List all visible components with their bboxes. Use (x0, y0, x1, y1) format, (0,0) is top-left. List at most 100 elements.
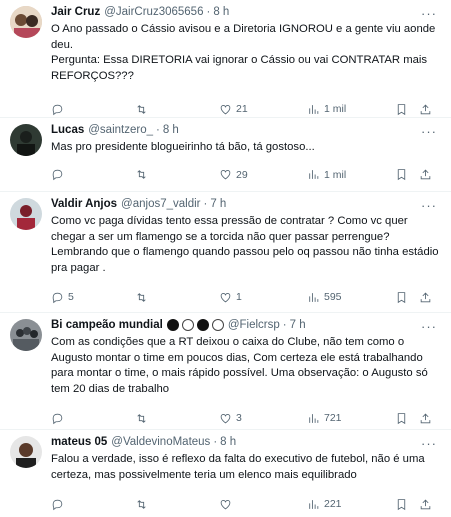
reply-icon (52, 104, 63, 116)
tweet-text: Com as condições que a RT deixou o caixa… (51, 336, 431, 395)
tweet-text: Mas pro presidente blogueirinho tá bão, … (51, 141, 315, 153)
timestamp[interactable]: 7 h (290, 319, 306, 331)
views-icon (309, 499, 319, 509)
like-count: 3 (236, 412, 242, 425)
bookmark-icon (397, 104, 406, 116)
like-icon (220, 104, 231, 115)
reply-icon (52, 292, 63, 304)
like-button[interactable]: 3 (219, 412, 307, 425)
share-icon (420, 499, 431, 509)
reply-icon (52, 499, 63, 510)
reply-icon (52, 413, 63, 425)
bookmark-button[interactable] (395, 168, 419, 181)
white-circle-icon (181, 319, 194, 331)
views-button[interactable]: 221 (307, 498, 395, 511)
more-icon[interactable]: ··· (421, 124, 437, 139)
view-count: 1 mil (324, 103, 347, 116)
avatar[interactable] (10, 198, 42, 230)
author-handle[interactable]: @anjos7_valdir (121, 198, 200, 210)
reply-button[interactable] (51, 498, 135, 511)
like-icon (220, 499, 231, 510)
like-icon (220, 292, 231, 303)
timestamp[interactable]: 8 h (163, 124, 179, 136)
retweet-button[interactable] (135, 103, 219, 116)
emoji-badges (166, 319, 224, 331)
black-circle-icon (196, 319, 209, 331)
retweet-icon (137, 170, 146, 179)
tweet[interactable]: Lucas @saintzero_ · 8 h Mas pro presiden… (0, 118, 451, 192)
reply-button[interactable] (51, 103, 135, 116)
retweet-icon (137, 413, 146, 423)
retweet-icon (137, 292, 146, 302)
reply-button[interactable] (51, 168, 135, 181)
retweet-button[interactable] (135, 291, 219, 304)
author-name[interactable]: Bi campeão mundial (51, 319, 163, 331)
reply-button[interactable] (51, 412, 135, 425)
like-button[interactable]: 21 (219, 103, 307, 116)
bookmark-icon (397, 169, 406, 181)
bookmark-icon (397, 498, 406, 510)
author-name[interactable]: Lucas (51, 124, 84, 136)
more-icon[interactable]: ··· (421, 198, 437, 213)
author-name[interactable]: Jair Cruz (51, 6, 100, 18)
views-button[interactable]: 595 (307, 291, 395, 304)
share-button[interactable] (419, 412, 439, 425)
more-icon[interactable]: ··· (421, 319, 437, 334)
separator: · (203, 198, 208, 210)
views-button[interactable]: 1 mil (307, 103, 395, 116)
reply-count: 5 (68, 291, 74, 304)
share-button[interactable] (419, 291, 439, 304)
author-handle[interactable]: @Fielcrsp (228, 319, 280, 331)
share-icon (420, 292, 431, 303)
separator: · (282, 319, 287, 331)
bookmark-button[interactable] (395, 291, 419, 304)
like-button[interactable]: 29 (219, 168, 307, 181)
separator: · (206, 6, 211, 18)
tweet[interactable]: Valdir Anjos @anjos7_valdir · 7 h Como v… (0, 192, 451, 313)
views-button[interactable]: 1 mil (307, 168, 395, 181)
author-handle[interactable]: @saintzero_ (88, 124, 153, 136)
view-count: 221 (324, 498, 342, 511)
tweet[interactable]: mateus 05 @ValdevinoMateus · 8 h Falou a… (0, 430, 451, 517)
bookmark-button[interactable] (395, 412, 419, 425)
retweet-button[interactable] (135, 498, 219, 511)
tweet[interactable]: Jair Cruz @JairCruz3065656 · 8 h O Ano p… (0, 0, 451, 118)
share-button[interactable] (419, 498, 439, 511)
like-icon (220, 413, 231, 424)
author-handle[interactable]: @JairCruz3065656 (104, 6, 203, 18)
author-name[interactable]: mateus 05 (51, 436, 107, 448)
reply-icon (52, 169, 63, 181)
like-button[interactable]: 1 (219, 291, 307, 304)
timestamp[interactable]: 7 h (210, 198, 226, 210)
more-icon[interactable]: ··· (421, 436, 437, 451)
share-icon (420, 413, 431, 424)
tweet[interactable]: Bi campeão mundial @Fielcrsp · 7 h Com a… (0, 313, 451, 430)
timestamp[interactable]: 8 h (220, 436, 236, 448)
retweet-button[interactable] (135, 412, 219, 425)
reply-button[interactable]: 5 (51, 291, 135, 304)
bookmark-button[interactable] (395, 103, 419, 116)
views-icon (309, 293, 319, 302)
retweet-button[interactable] (135, 168, 219, 181)
more-icon[interactable]: ··· (421, 6, 437, 21)
avatar[interactable] (10, 124, 42, 156)
views-button[interactable]: 721 (307, 412, 395, 425)
author-handle[interactable]: @ValdevinoMateus (111, 436, 210, 448)
share-button[interactable] (419, 103, 439, 116)
bookmark-button[interactable] (395, 498, 419, 511)
like-count: 21 (236, 103, 248, 116)
like-button[interactable] (219, 498, 307, 511)
tweet-text: O Ano passado o Cássio avisou e a Direto… (51, 23, 436, 82)
views-icon (309, 105, 319, 114)
author-name[interactable]: Valdir Anjos (51, 198, 117, 210)
separator: · (155, 124, 160, 136)
views-icon (309, 170, 319, 179)
timestamp[interactable]: 8 h (213, 6, 229, 18)
views-icon (309, 414, 319, 423)
avatar[interactable] (10, 319, 42, 351)
avatar[interactable] (10, 6, 42, 38)
like-icon (220, 170, 231, 180)
share-button[interactable] (419, 168, 439, 181)
avatar[interactable] (10, 436, 42, 468)
like-count: 1 (236, 291, 242, 304)
